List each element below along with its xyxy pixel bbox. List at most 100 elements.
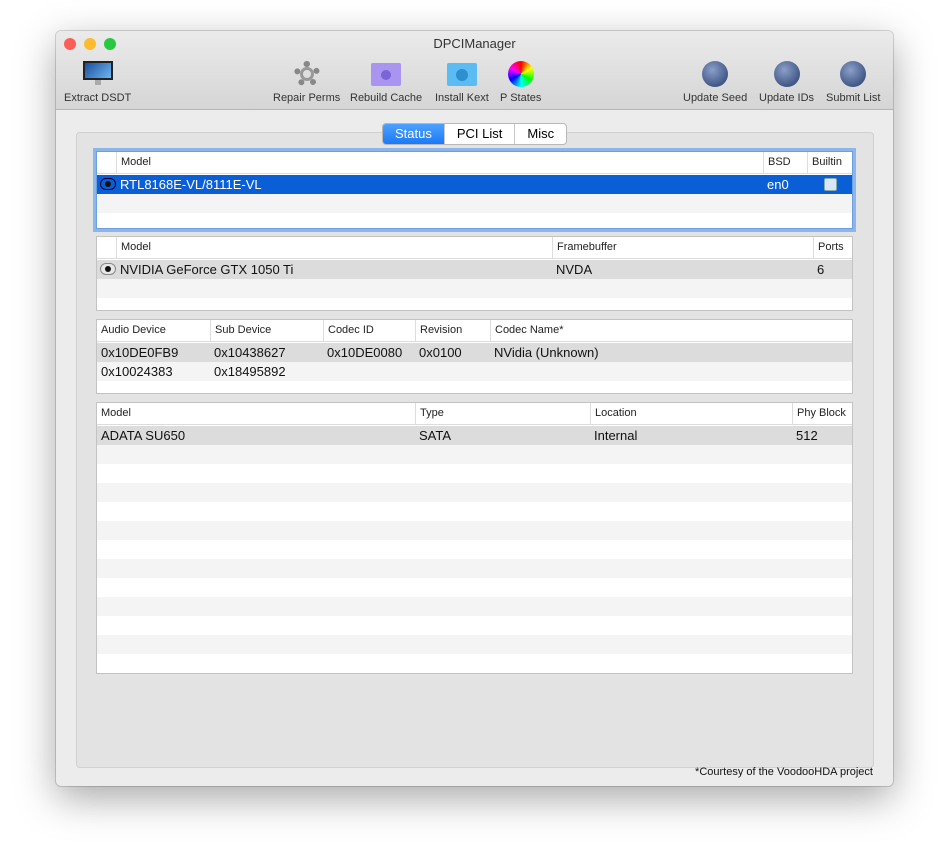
table-header: Model Framebuffer Ports xyxy=(97,237,852,259)
column-header[interactable]: Builtin xyxy=(807,152,842,173)
column-header[interactable]: Model xyxy=(116,152,151,173)
column-header[interactable]: Audio Device xyxy=(97,320,166,341)
table-cell: 0x0100 xyxy=(419,345,462,360)
toolbar-button-submit-list[interactable]: Submit List xyxy=(826,59,880,104)
tab-bar: Status PCI List Misc xyxy=(382,123,568,145)
toolbar-button-p-states[interactable]: P States xyxy=(500,59,541,104)
table-row xyxy=(97,194,852,213)
table-row[interactable]: 0x10024383 0x18495892 xyxy=(97,362,852,381)
table-row xyxy=(97,521,852,540)
globe-icon xyxy=(772,59,802,89)
table-row xyxy=(97,213,852,228)
table-cell: 0x10DE0080 xyxy=(327,345,403,360)
column-header[interactable]: Revision xyxy=(415,320,462,341)
tab-pci-list[interactable]: PCI List xyxy=(443,124,515,144)
column-header[interactable]: BSD xyxy=(763,152,791,173)
toolbar-label: Install Kext xyxy=(435,92,489,104)
table-cell: 512 xyxy=(796,428,818,443)
table-cell: 6 xyxy=(817,262,825,277)
toolbar-button-install-kext[interactable]: Install Kext xyxy=(435,59,489,104)
table-header: Model Type Location Phy Block xyxy=(97,403,852,425)
column-header[interactable]: Ports xyxy=(813,237,844,258)
table-row xyxy=(97,279,852,298)
eye-icon[interactable] xyxy=(100,263,116,275)
toolbar-button-rebuild-cache[interactable]: Rebuild Cache xyxy=(350,59,422,104)
table-row[interactable]: 0x10DE0FB9 0x10438627 0x10DE0080 0x0100 NVid… xyxy=(97,343,852,362)
table-row xyxy=(97,540,852,559)
table-row xyxy=(97,616,852,635)
table-row xyxy=(97,381,852,393)
table-row xyxy=(97,559,852,578)
toolbar-label: Update IDs xyxy=(759,92,815,104)
table-row xyxy=(97,464,852,483)
eye-icon[interactable] xyxy=(100,178,116,190)
column-header[interactable]: Framebuffer xyxy=(552,237,617,258)
globe-icon xyxy=(700,59,730,89)
table-cell: ADATA SU650 xyxy=(101,428,186,443)
toolbar-label: Repair Perms xyxy=(273,92,341,104)
column-header[interactable]: Location xyxy=(590,403,637,424)
table-row xyxy=(97,597,852,616)
graphics-table[interactable]: Model Framebuffer Ports NVIDIA GeForce GTX … xyxy=(96,236,853,311)
network-table[interactable]: Model BSD Builtin RTL8168E-VL/8111E-VL en0 xyxy=(93,148,856,232)
table-row xyxy=(97,483,852,502)
table-row[interactable]: NVIDIA GeForce GTX 1050 Ti NVDA 6 xyxy=(97,260,852,279)
toolbar-label: Submit List xyxy=(826,92,881,104)
toolbar-label: Extract DSDT xyxy=(64,92,132,104)
table-row[interactable]: ADATA SU650 SATA Internal 512 xyxy=(97,426,852,445)
color-wheel-icon xyxy=(506,59,536,89)
footer-note: *Courtesy of the VoodooHDA project xyxy=(695,766,873,778)
toolbar-button-extract-dsdt[interactable]: Extract DSDT xyxy=(64,59,131,104)
table-row xyxy=(97,445,852,464)
table-cell xyxy=(323,362,327,381)
table-row xyxy=(97,635,852,654)
toolbar-label: P States xyxy=(500,92,542,104)
table-cell: en0 xyxy=(767,177,789,192)
column-header[interactable]: Type xyxy=(415,403,444,424)
globe-icon xyxy=(838,59,868,89)
table-cell: NVidia (Unknown) xyxy=(494,345,599,360)
column-header[interactable]: Phy Block xyxy=(792,403,846,424)
table-row xyxy=(97,502,852,521)
column-header[interactable]: Codec ID xyxy=(323,320,374,341)
toolbar-button-update-seed[interactable]: Update Seed xyxy=(683,59,747,104)
table-cell: 0x18495892 xyxy=(214,364,286,379)
table-cell: NVDA xyxy=(556,262,593,277)
toolbar: DPCIManager Extract DSDT Repair Perms Rebu… xyxy=(56,31,893,110)
toolbar-label: Rebuild Cache xyxy=(350,92,423,104)
toolbar-button-repair-perms[interactable]: Repair Perms xyxy=(273,59,340,104)
tab-status[interactable]: Status xyxy=(383,124,444,144)
table-row xyxy=(97,654,852,673)
builtin-checkbox[interactable] xyxy=(824,178,837,191)
table-row xyxy=(97,298,852,310)
table-cell: 0x10DE0FB9 xyxy=(101,345,179,360)
toolbar-button-update-ids[interactable]: Update IDs xyxy=(759,59,814,104)
table-cell: SATA xyxy=(419,428,452,443)
table-row xyxy=(97,578,852,597)
window-title: DPCIManager xyxy=(433,36,516,51)
folder-radiation-icon xyxy=(446,59,477,89)
column-header[interactable]: Model xyxy=(116,237,151,258)
imac-icon xyxy=(82,59,113,89)
audio-table[interactable]: Audio Device Sub Device Codec ID Revision Co… xyxy=(96,319,853,394)
table-cell: NVIDIA GeForce GTX 1050 Ti xyxy=(120,262,294,277)
table-cell xyxy=(490,362,494,381)
column-header[interactable]: Model xyxy=(97,403,131,424)
storage-table[interactable]: Model Type Location Phy Block ADATA SU650 SAT… xyxy=(96,402,853,674)
tab-misc[interactable]: Misc xyxy=(514,124,566,144)
table-cell: 0x10438627 xyxy=(214,345,286,360)
table-cell: Internal xyxy=(594,428,638,443)
folder-gear-icon xyxy=(371,59,402,89)
table-row[interactable]: RTL8168E-VL/8111E-VL en0 xyxy=(97,175,852,194)
app-window: DPCIManager Extract DSDT Repair Perms Rebu… xyxy=(56,31,893,786)
column-header[interactable]: Sub Device xyxy=(210,320,271,341)
table-header: Model BSD Builtin xyxy=(97,152,852,174)
table-cell: RTL8168E-VL/8111E-VL xyxy=(120,177,262,192)
gear-icon xyxy=(292,59,322,89)
column-header[interactable]: Codec Name* xyxy=(490,320,563,341)
table-header: Audio Device Sub Device Codec ID Revision Co… xyxy=(97,320,852,342)
table-cell xyxy=(415,362,419,381)
toolbar-label: Update Seed xyxy=(683,92,748,104)
table-row xyxy=(97,673,852,674)
table-cell: 0x10024383 xyxy=(101,364,173,379)
